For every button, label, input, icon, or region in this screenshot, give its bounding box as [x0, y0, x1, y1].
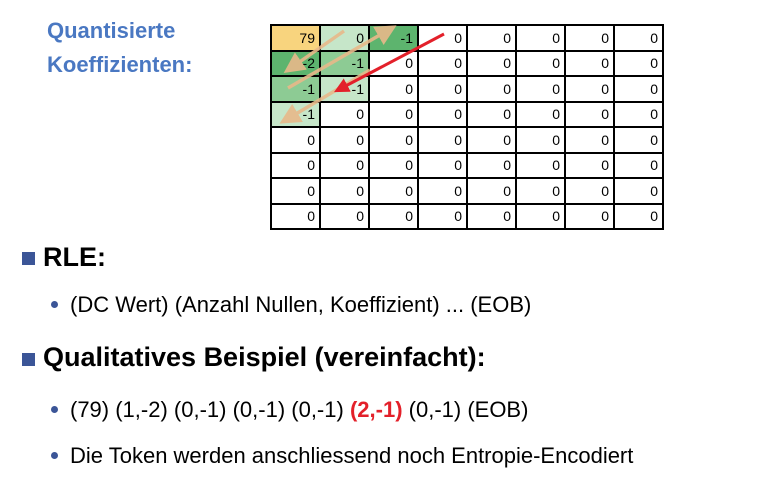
matrix-cell: 0	[613, 151, 664, 179]
matrix-cell: 0	[417, 49, 468, 77]
matrix-cell: 0	[466, 126, 517, 154]
matrix-cell: 0	[466, 151, 517, 179]
matrix-cell: 0	[564, 151, 615, 179]
matrix-row: 00000000	[270, 177, 664, 205]
matrix-cell: 0	[613, 49, 664, 77]
rle-item-bullet	[51, 301, 58, 308]
matrix-cell: 0	[417, 126, 468, 154]
matrix-cell: 0	[515, 24, 566, 52]
example-bullet	[22, 353, 35, 366]
matrix-cell: 0	[368, 126, 419, 154]
matrix-cell: 0	[417, 100, 468, 128]
matrix-cell: 0	[564, 177, 615, 205]
matrix-cell: 0	[515, 49, 566, 77]
matrix-cell: -1	[319, 75, 370, 103]
example-sequence-highlight: (2,-1)	[349, 397, 403, 422]
matrix-cell: 0	[319, 24, 370, 52]
matrix-row: 00000000	[270, 202, 664, 230]
matrix-cell: 0	[270, 126, 321, 154]
heading: Quantisierte Koeffizienten:	[47, 14, 192, 82]
matrix-cell: 0	[368, 100, 419, 128]
matrix-cell: 0	[417, 24, 468, 52]
example-item: (79) (1,-2) (0,-1) (0,-1) (0,-1) (2,-1) …	[70, 397, 528, 423]
matrix-cell: 0	[515, 202, 566, 230]
matrix-cell: 0	[466, 75, 517, 103]
matrix-cell: 0	[564, 75, 615, 103]
matrix-cell: -1	[270, 100, 321, 128]
matrix-cell: 79	[270, 24, 321, 52]
matrix-cell: 0	[564, 100, 615, 128]
example-sequence-end: (0,-1) (EOB)	[408, 397, 529, 422]
matrix-cell: 0	[319, 126, 370, 154]
matrix-cell: 0	[466, 24, 517, 52]
matrix-cell: 0	[515, 75, 566, 103]
matrix-cell: 0	[613, 126, 664, 154]
matrix-cell: 0	[515, 151, 566, 179]
matrix-cell: -1	[319, 49, 370, 77]
coefficient-table: 79 0 -1 0 0 0 0 0 -2 -1 0 0 0 0 0 0 -1 -1 0 0 0 0 0 0 -1 0 0 0 0 0 0 0 0…	[270, 24, 664, 230]
matrix-cell: 0	[515, 100, 566, 128]
matrix-cell: 0	[515, 177, 566, 205]
matrix-row: 79 0 -1 0 0 0 0 0	[270, 24, 664, 52]
rle-title: RLE:	[43, 242, 106, 272]
matrix-cell: -1	[368, 24, 419, 52]
rle-item: (DC Wert) (Anzahl Nullen, Koeffizient) .…	[70, 292, 532, 317]
coefficient-matrix: 79 0 -1 0 0 0 0 0 -2 -1 0 0 0 0 0 0 -1 -1 0 0 0 0 0 0 -1 0 0 0 0 0 0 0 0…	[270, 24, 664, 230]
matrix-cell: 0	[613, 24, 664, 52]
matrix-row: -1 -1 0 0 0 0 0 0	[270, 75, 664, 103]
matrix-cell: 0	[613, 177, 664, 205]
matrix-cell: 0	[613, 75, 664, 103]
matrix-cell: 0	[613, 202, 664, 230]
matrix-cell: 0	[319, 177, 370, 205]
matrix-cell: 0	[319, 100, 370, 128]
matrix-cell: 0	[368, 177, 419, 205]
matrix-cell: 0	[564, 49, 615, 77]
matrix-cell: 0	[466, 202, 517, 230]
matrix-row: -1 0 0 0 0 0 0 0	[270, 100, 664, 128]
matrix-cell: 0	[417, 202, 468, 230]
matrix-cell: 0	[613, 100, 664, 128]
matrix-row: 00000000	[270, 126, 664, 154]
rle-bullet	[22, 252, 35, 265]
example-item-bullet	[51, 406, 58, 413]
matrix-cell: 0	[564, 126, 615, 154]
matrix-cell: 0	[319, 151, 370, 179]
heading-line-2: Koeffizienten:	[47, 52, 193, 77]
heading-line-1: Quantisierte	[47, 18, 176, 43]
matrix-cell: 0	[368, 151, 419, 179]
matrix-row: 00000000	[270, 151, 664, 179]
matrix-cell: 0	[466, 100, 517, 128]
matrix-cell: -1	[270, 75, 321, 103]
matrix-cell: 0	[319, 202, 370, 230]
example-sequence-start: (79) (1,-2) (0,-1) (0,-1) (0,-1)	[70, 397, 344, 422]
matrix-cell: 0	[417, 177, 468, 205]
matrix-cell: 0	[368, 75, 419, 103]
matrix-cell: 0	[270, 177, 321, 205]
note-item: Die Token werden anschliessend noch Entr…	[70, 443, 634, 468]
matrix-cell: 0	[564, 24, 615, 52]
matrix-cell: 0	[270, 202, 321, 230]
matrix-cell: 0	[270, 151, 321, 179]
matrix-cell: 0	[564, 202, 615, 230]
matrix-cell: 0	[368, 49, 419, 77]
matrix-cell: 0	[417, 151, 468, 179]
example-title: Qualitatives Beispiel (vereinfacht):	[43, 342, 486, 372]
matrix-cell: 0	[466, 177, 517, 205]
matrix-cell: 0	[368, 202, 419, 230]
matrix-cell: -2	[270, 49, 321, 77]
note-item-bullet	[51, 452, 58, 459]
matrix-row: -2 -1 0 0 0 0 0 0	[270, 49, 664, 77]
matrix-cell: 0	[417, 75, 468, 103]
matrix-cell: 0	[466, 49, 517, 77]
matrix-cell: 0	[515, 126, 566, 154]
